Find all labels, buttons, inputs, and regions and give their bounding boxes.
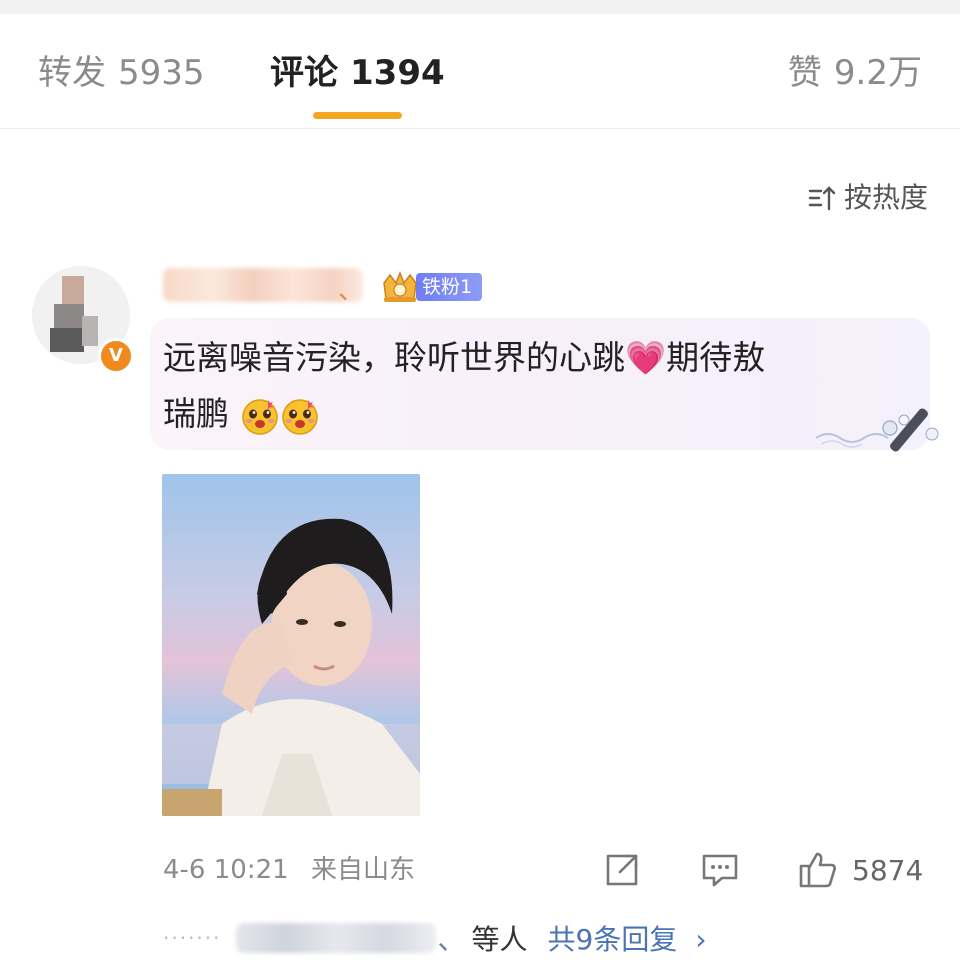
reply-usernames-blurred[interactable] (235, 923, 436, 953)
repost-button[interactable] (602, 848, 642, 892)
comment-text-line1: 远离噪音污染，聆听世界的心跳 (163, 338, 625, 377)
view-replies-label: 共9条回复 (547, 923, 678, 956)
comment-text: 远离噪音污染，聆听世界的心跳💗期待敖 瑞鹏 (163, 330, 903, 442)
top-strip (0, 0, 960, 14)
comment-photo[interactable] (162, 474, 420, 816)
sort-icon (808, 186, 836, 211)
reply-others: 等人 (471, 923, 528, 956)
happy-face-emoji-icon (281, 398, 318, 435)
thumbs-up-icon (799, 852, 836, 888)
tab-comment-label: 评论 (270, 53, 338, 93)
username-blurred[interactable] (163, 268, 363, 302)
tab-comment-count: 1394 (350, 53, 445, 93)
comment-meta: 4-6 10:21 来自山东 (163, 850, 415, 890)
fan-badge: 铁粉1 (378, 270, 483, 304)
username-suffix: 、 (338, 276, 365, 306)
tab-like-label: 赞 (787, 53, 822, 93)
share-icon (606, 854, 638, 886)
view-replies-link[interactable]: 共9条回复 › (548, 918, 707, 958)
sort-label: 按热度 (843, 181, 928, 214)
comment-text-line1-end: 期待敖 (666, 338, 766, 377)
tab-repost-label: 转发 (38, 53, 106, 93)
comment-icon (702, 854, 738, 887)
tab-repost[interactable]: 转发 5935 (38, 52, 205, 94)
comment-time: 4-6 10:21 (163, 855, 289, 885)
bubble-decoration-icon (815, 408, 939, 452)
happy-face-emoji-icon (241, 398, 278, 435)
fan-badge-label: 铁粉1 (416, 273, 483, 301)
chevron-right-icon: › (695, 923, 707, 956)
reply-dots: ······· (163, 926, 222, 950)
comment-source: 来自山东 (310, 855, 415, 885)
reply-separator: 、 (437, 923, 466, 956)
like-button[interactable]: 5874 (798, 848, 923, 892)
reply-button[interactable] (700, 848, 740, 892)
active-tab-indicator (313, 112, 402, 119)
tab-comment[interactable]: 评论 1394 (270, 52, 445, 94)
verified-badge: V (98, 338, 134, 374)
tab-repost-count: 5935 (118, 53, 205, 93)
like-count: 5874 (852, 853, 924, 887)
heart-emoji: 💗 (625, 338, 667, 377)
tab-bar: 转发 5935 评论 1394 赞 9.2万 (0, 14, 960, 129)
reply-summary: ······· 、 等人 共9条回复 › (163, 918, 707, 958)
comment-text-line2: 瑞鹏 (163, 394, 229, 433)
tab-like-count: 9.2万 (833, 53, 922, 93)
sort-button[interactable]: 按热度 (808, 180, 928, 216)
tab-like[interactable]: 赞 9.2万 (788, 52, 922, 94)
